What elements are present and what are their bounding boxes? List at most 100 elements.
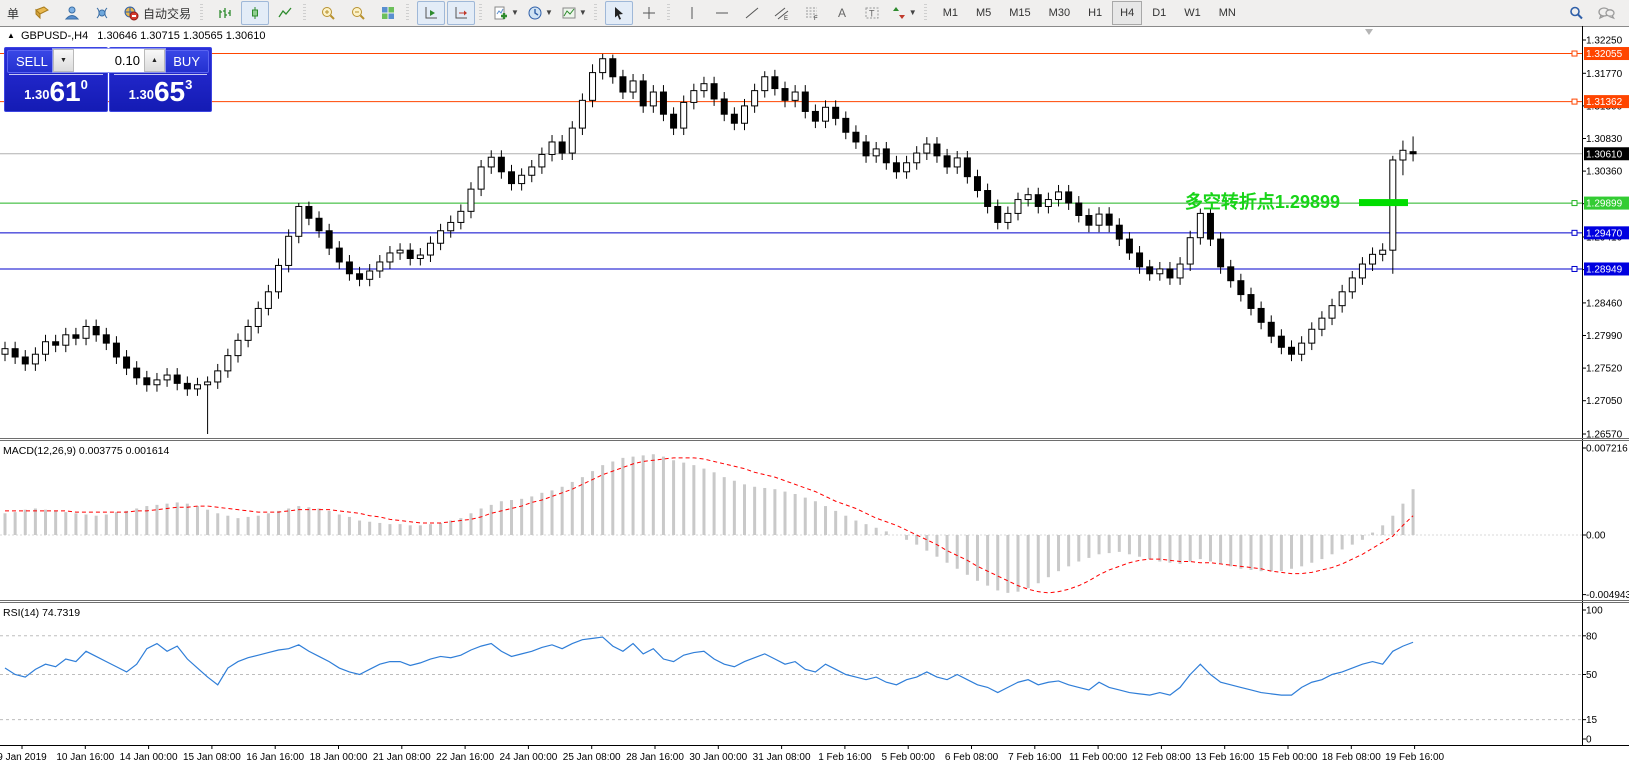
equidistant-channel-icon[interactable]: E <box>768 1 796 25</box>
horizontal-line-icon[interactable] <box>708 1 736 25</box>
buy-button[interactable]: BUY <box>164 50 209 73</box>
trendline-icon[interactable] <box>738 1 766 25</box>
annotation-text: 多空转折点1.29899 <box>1185 191 1340 212</box>
hline-marker[interactable] <box>1572 51 1577 56</box>
sell-underline <box>9 74 103 75</box>
hline-marker[interactable] <box>1572 230 1577 235</box>
svg-text:A: A <box>838 6 846 20</box>
rsi-tick-label: 50 <box>1586 670 1598 681</box>
volume-stepper: ▼ 0.10 ▲ <box>52 48 166 73</box>
time-tick-label: 15 Jan 08:00 <box>183 752 241 763</box>
time-tick-label: 28 Jan 16:00 <box>626 752 684 763</box>
time-tick-label: 21 Jan 08:00 <box>373 752 431 763</box>
text-icon[interactable]: A <box>828 1 856 25</box>
price-badge-1.28949-text: 1.28949 <box>1586 264 1623 275</box>
timeframe-m15[interactable]: M15 <box>1001 1 1038 25</box>
volume-increase-button[interactable]: ▲ <box>144 49 165 72</box>
sell-button[interactable]: SELL <box>7 50 57 73</box>
periods-icon[interactable]: ▼ <box>524 1 556 25</box>
rsi-line <box>5 637 1413 695</box>
new-order-button[interactable]: 单 <box>0 1 26 25</box>
price-tick-label: 1.30830 <box>1586 134 1623 145</box>
fibonacci-icon[interactable]: F <box>798 1 826 25</box>
time-tick-label: 31 Jan 08:00 <box>753 752 811 763</box>
rsi-tick-label: 80 <box>1586 631 1598 642</box>
macd-signal-line <box>5 458 1413 593</box>
time-tick-label: 24 Jan 00:00 <box>499 752 557 763</box>
price-badge-1.29470-text: 1.29470 <box>1586 228 1623 239</box>
price-tick-label: 1.28460 <box>1586 298 1623 309</box>
timeframe-w1[interactable]: W1 <box>1176 1 1209 25</box>
time-tick-label: 25 Jan 08:00 <box>563 752 621 763</box>
chart-shift-marker <box>1365 29 1373 35</box>
current-price-badge-text: 1.30610 <box>1586 149 1623 160</box>
auto-scroll-icon[interactable] <box>417 1 445 25</box>
chart-shift-icon[interactable] <box>447 1 475 25</box>
one-click-trading-panel: SELL 1.30610 BUY 1.30653 ▼ 0.10 ▲ <box>4 47 210 110</box>
macd-tick-label: -0.004943 <box>1586 590 1629 601</box>
candlestick-chart-icon[interactable] <box>241 1 269 25</box>
search-icon[interactable] <box>1562 1 1590 25</box>
annotation-segment[interactable] <box>1359 199 1408 206</box>
rsi-label: RSI(14) 74.7319 <box>3 607 80 619</box>
data-window-icon[interactable] <box>58 1 86 25</box>
time-tick-label: 14 Jan 00:00 <box>120 752 178 763</box>
time-tick-label: 11 Feb 00:00 <box>1069 752 1128 763</box>
hline-marker[interactable] <box>1572 201 1577 206</box>
chat-icon[interactable] <box>1592 1 1620 25</box>
hline-marker[interactable] <box>1572 266 1577 271</box>
candles-series <box>2 54 1416 434</box>
arrows-icon[interactable]: ▼ <box>888 1 920 25</box>
autotrade-button[interactable]: 自动交易 <box>118 1 196 25</box>
time-tick-label: 18 Feb 08:00 <box>1322 752 1381 763</box>
time-tick-label: 18 Jan 00:00 <box>310 752 368 763</box>
price-tick-label: 1.27520 <box>1586 364 1623 375</box>
line-chart-icon[interactable] <box>271 1 299 25</box>
crosshair-icon[interactable] <box>635 1 663 25</box>
autotrade-label: 自动交易 <box>143 5 191 22</box>
buy-price: 1.30653 <box>110 76 211 108</box>
text-label-icon[interactable]: T <box>858 1 886 25</box>
indicators-icon[interactable]: ▼ <box>490 1 522 25</box>
navigator-icon[interactable] <box>88 1 116 25</box>
rsi-tick-label: 0 <box>1586 735 1592 746</box>
time-tick-label: 9 Jan 2019 <box>0 752 47 763</box>
chart-title: ▲ GBPUSD-,H4 1.30646 1.30715 1.30565 1.3… <box>7 30 266 42</box>
svg-text:T: T <box>869 9 875 19</box>
vertical-line-icon[interactable] <box>678 1 706 25</box>
collapse-panel-icon[interactable]: ▲ <box>7 31 15 40</box>
price-badge-1.29899-text: 1.29899 <box>1586 199 1623 210</box>
rsi-tick-label: 100 <box>1586 606 1603 617</box>
chart-canvas[interactable]: 多空转折点1.298991.322501.317701.313001.30830… <box>0 26 1629 770</box>
chart-window[interactable]: 多空转折点1.298991.322501.317701.313001.30830… <box>0 26 1629 770</box>
sell-price: 1.30610 <box>5 76 107 108</box>
tile-windows-icon[interactable] <box>374 1 402 25</box>
rsi-tick-label: 15 <box>1586 715 1598 726</box>
chart-ohlc-values: 1.30646 1.30715 1.30565 1.30610 <box>97 30 265 42</box>
bar-chart-icon[interactable] <box>211 1 239 25</box>
zoom-in-icon[interactable] <box>314 1 342 25</box>
timeframe-d1[interactable]: D1 <box>1144 1 1174 25</box>
macd-tick-label: 0.00 <box>1586 531 1606 542</box>
time-tick-label: 19 Feb 16:00 <box>1385 752 1444 763</box>
volume-decrease-button[interactable]: ▼ <box>53 49 74 72</box>
timeframe-h1[interactable]: H1 <box>1080 1 1110 25</box>
zoom-out-icon[interactable] <box>344 1 372 25</box>
toolbar-separator <box>406 4 411 22</box>
timeframe-m5[interactable]: M5 <box>968 1 999 25</box>
svg-text:F: F <box>814 16 818 21</box>
svg-text:E: E <box>784 16 788 21</box>
cursor-icon[interactable] <box>605 1 633 25</box>
timeframe-mn[interactable]: MN <box>1211 1 1244 25</box>
chart-symbol-period: GBPUSD-,H4 <box>21 30 88 42</box>
market-watch-icon[interactable] <box>28 1 56 25</box>
timeframe-m30[interactable]: M30 <box>1041 1 1078 25</box>
template-icon[interactable]: ▼ <box>558 1 590 25</box>
timeframe-h4[interactable]: H4 <box>1112 1 1142 25</box>
hline-marker[interactable] <box>1572 99 1577 104</box>
volume-input[interactable]: 0.10 <box>74 49 144 72</box>
time-tick-label: 30 Jan 00:00 <box>689 752 747 763</box>
price-badge-1.31362-text: 1.31362 <box>1586 97 1623 108</box>
timeframe-group: M1M5M15M30H1H4D1W1MN <box>932 0 1247 26</box>
timeframe-m1[interactable]: M1 <box>935 1 966 25</box>
